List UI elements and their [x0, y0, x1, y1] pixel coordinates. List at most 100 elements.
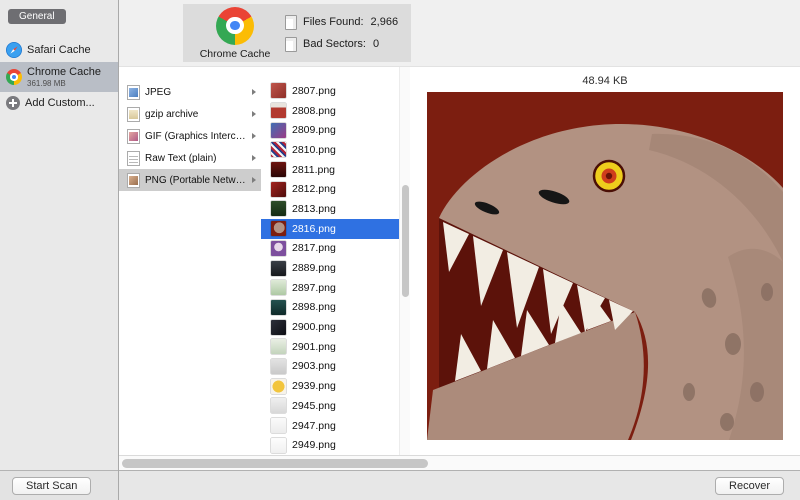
- sidebar-item-label: Add Custom...: [25, 97, 95, 109]
- file-row[interactable]: 2809.png: [261, 120, 399, 140]
- file-name: 2901.png: [292, 341, 336, 353]
- file-thumbnail: [271, 320, 286, 335]
- sidebar-item-label: Safari Cache: [27, 44, 91, 56]
- file-name: 2945.png: [292, 400, 336, 412]
- file-thumbnail: [271, 398, 286, 413]
- file-row[interactable]: 2813.png: [261, 199, 399, 219]
- file-type-chip: [129, 154, 138, 163]
- sidebar-item-add-custom[interactable]: Add Custom...: [0, 92, 118, 114]
- file-row[interactable]: 2945.png: [261, 396, 399, 416]
- file-name: 2813.png: [292, 203, 336, 215]
- file-row[interactable]: 2949.png: [261, 435, 399, 455]
- filetype-row[interactable]: gzip archive: [119, 103, 261, 125]
- file-name: 2897.png: [292, 282, 336, 294]
- scrollbar-thumb[interactable]: [402, 185, 409, 297]
- file-row[interactable]: 2807.png: [261, 81, 399, 101]
- file-type-chip: [129, 110, 138, 119]
- file-type-chip: [129, 176, 138, 185]
- disclosure-icon: [252, 133, 256, 139]
- file-row[interactable]: 2947.png: [261, 416, 399, 436]
- recover-button[interactable]: Recover: [715, 477, 784, 495]
- file-row[interactable]: 2901.png: [261, 337, 399, 357]
- file-name: 2816.png: [292, 223, 336, 235]
- main-content: Chrome Cache Files Found: 2,966 Bad Sect…: [119, 0, 800, 500]
- file-thumbnail: [271, 142, 286, 157]
- file-row[interactable]: 2810.png: [261, 140, 399, 160]
- document-icon: [285, 37, 297, 52]
- disclosure-icon: [252, 155, 256, 161]
- sidebar-footer: Start Scan: [0, 470, 118, 500]
- bad-sectors-stat: Bad Sectors: 0: [285, 37, 398, 52]
- file-thumbnail: [271, 201, 286, 216]
- chrome-icon: [216, 7, 254, 45]
- app-window: General Safari Cache Chrome Cache 361.98…: [0, 0, 800, 500]
- sidebar: General Safari Cache Chrome Cache 361.98…: [0, 0, 119, 500]
- horizontal-scrollbar[interactable]: [119, 455, 800, 470]
- file-row[interactable]: 2808.png: [261, 101, 399, 121]
- files-found-label: Files Found:: [303, 16, 364, 28]
- file-list-scrollbar[interactable]: [399, 67, 410, 455]
- preview-pane: 48.94 KB: [410, 67, 800, 455]
- file-row[interactable]: 2903.png: [261, 357, 399, 377]
- filetype-row[interactable]: Raw Text (plain): [119, 147, 261, 169]
- filetype-list: JPEG gzip archive: [119, 67, 261, 455]
- file-row[interactable]: 2817.png: [261, 239, 399, 259]
- sidebar-item-size: 361.98 MB: [27, 79, 101, 88]
- plus-icon: [6, 96, 20, 110]
- file-row[interactable]: 2900.png: [261, 317, 399, 337]
- sidebar-item-chrome-cache[interactable]: Chrome Cache 361.98 MB: [0, 62, 118, 92]
- scan-stats: Files Found: 2,966 Bad Sectors: 0: [285, 15, 398, 52]
- file-thumbnail: [271, 123, 286, 138]
- file-type-icon: [127, 173, 140, 188]
- files-found-value: 2,966: [371, 16, 399, 28]
- file-name: 2889.png: [292, 262, 336, 274]
- trex-illustration: [427, 92, 783, 440]
- file-thumbnail: [271, 182, 286, 197]
- file-name: 2898.png: [292, 301, 336, 313]
- safari-icon: [6, 42, 22, 58]
- filetype-row[interactable]: JPEG: [119, 81, 261, 103]
- file-thumbnail: [271, 83, 286, 98]
- file-thumbnail: [271, 241, 286, 256]
- file-thumbnail: [271, 300, 286, 315]
- file-row[interactable]: 2812.png: [261, 179, 399, 199]
- file-name: 2817.png: [292, 242, 336, 254]
- document-icon: [285, 15, 297, 30]
- tab-general[interactable]: General: [8, 9, 66, 24]
- file-type-icon: [127, 151, 140, 166]
- file-list: 2807.png 2808.png 2809.png 2810.: [261, 67, 399, 455]
- filetype-label: JPEG: [145, 87, 247, 98]
- file-browser: JPEG gzip archive: [119, 66, 800, 455]
- filetype-row[interactable]: GIF (Graphics Interchange Format): [119, 125, 261, 147]
- file-thumbnail: [271, 261, 286, 276]
- file-thumbnail: [271, 379, 286, 394]
- sidebar-item-safari-cache[interactable]: Safari Cache: [0, 38, 118, 62]
- file-type-chip: [129, 132, 138, 141]
- filetype-label: PNG (Portable Network Graphics): [145, 175, 247, 186]
- file-row[interactable]: 2811.png: [261, 160, 399, 180]
- source-name: Chrome Cache: [200, 48, 271, 60]
- file-size-label: 48.94 KB: [582, 75, 627, 87]
- chrome-icon: [6, 69, 22, 85]
- file-thumbnail: [271, 359, 286, 374]
- file-type-icon: [127, 129, 140, 144]
- file-row[interactable]: 2897.png: [261, 278, 399, 298]
- file-name: 2808.png: [292, 105, 336, 117]
- file-row[interactable]: 2898.png: [261, 298, 399, 318]
- file-row[interactable]: 2939.png: [261, 376, 399, 396]
- bad-sectors-label: Bad Sectors:: [303, 38, 366, 50]
- file-row[interactable]: 2816.png: [261, 219, 399, 239]
- file-name: 2809.png: [292, 124, 336, 136]
- file-name: 2939.png: [292, 380, 336, 392]
- filetype-row[interactable]: PNG (Portable Network Graphics): [119, 169, 261, 191]
- sidebar-item-label: Chrome Cache: [27, 66, 101, 79]
- start-scan-button[interactable]: Start Scan: [12, 477, 91, 495]
- file-name: 2903.png: [292, 360, 336, 372]
- file-name: 2900.png: [292, 321, 336, 333]
- file-type-chip: [129, 88, 138, 97]
- preview-image: [427, 92, 783, 440]
- scan-summary-panel: Chrome Cache Files Found: 2,966 Bad Sect…: [183, 4, 411, 62]
- file-row[interactable]: 2889.png: [261, 258, 399, 278]
- files-found-stat: Files Found: 2,966: [285, 15, 398, 30]
- scrollbar-thumb[interactable]: [122, 459, 428, 468]
